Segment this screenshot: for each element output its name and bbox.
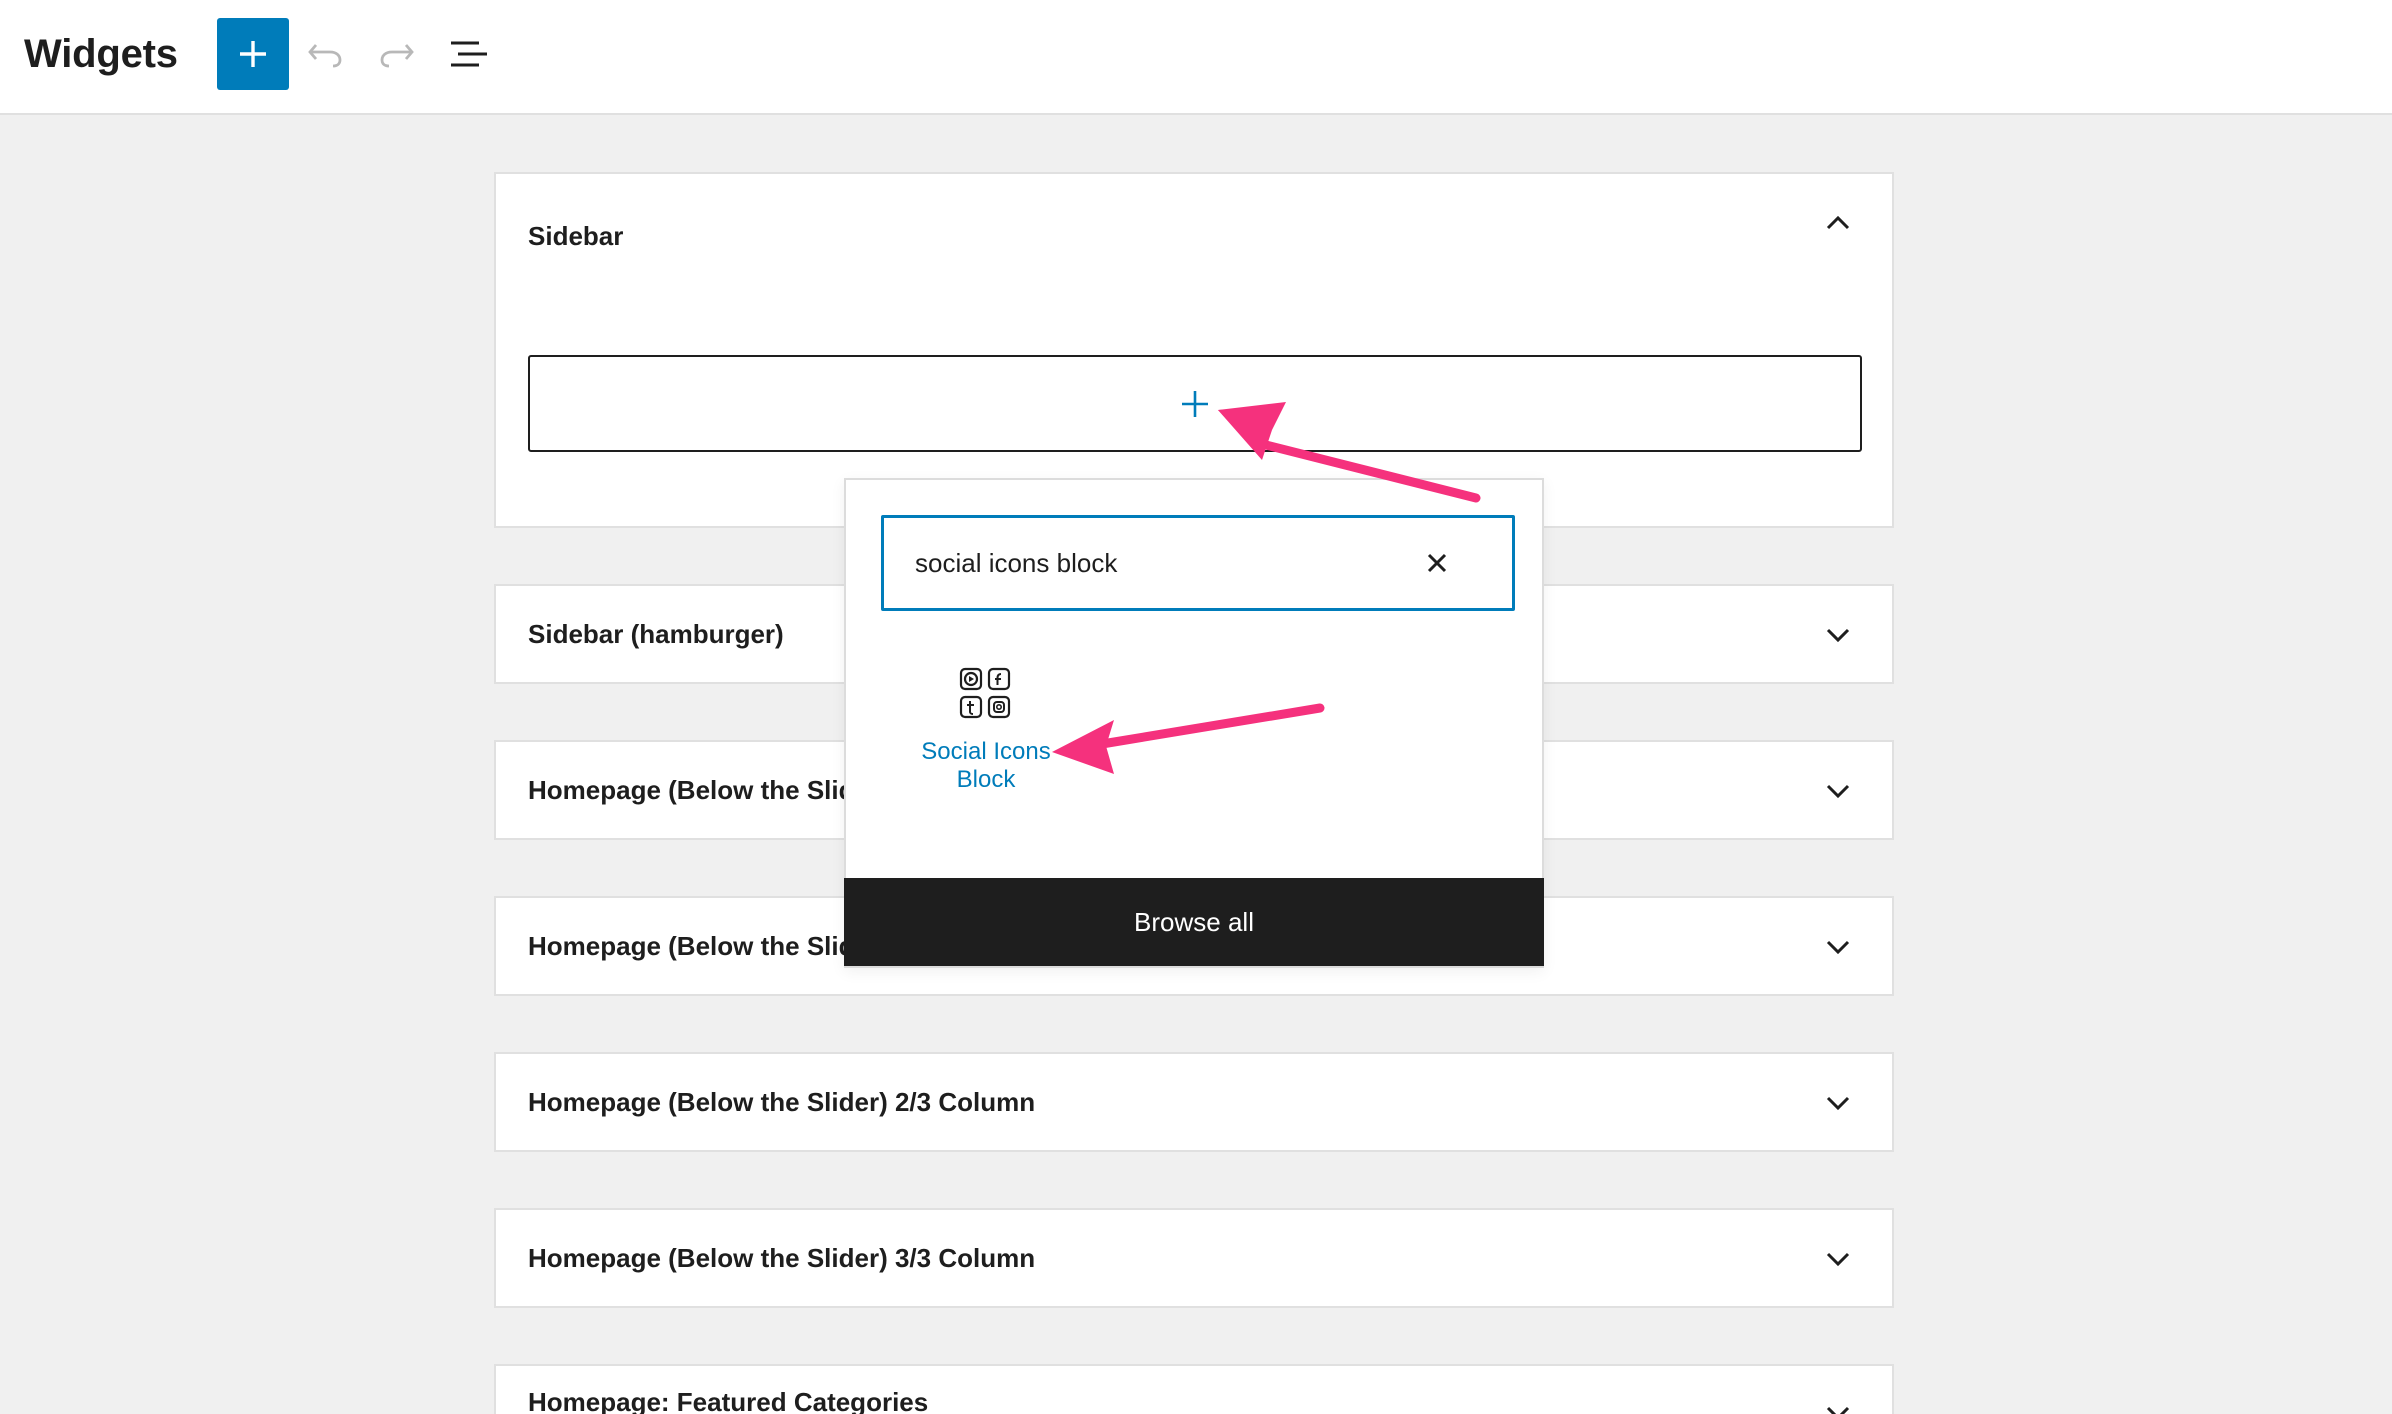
block-result-social-icons[interactable]: Social Icons Block [900, 666, 1072, 816]
chevron-down-icon[interactable] [1824, 1398, 1852, 1414]
plus-icon [1182, 390, 1208, 417]
undo-button[interactable] [289, 18, 361, 90]
undo-icon [308, 44, 342, 68]
widget-area-title[interactable]: Homepage (Below the Slider) 3/3 Column [528, 1210, 1035, 1306]
close-icon[interactable] [1422, 548, 1452, 578]
list-view-icon [451, 41, 487, 67]
chevron-down-icon[interactable] [1824, 776, 1852, 804]
redo-button[interactable] [361, 18, 433, 90]
chevron-down-icon[interactable] [1824, 1244, 1852, 1272]
block-search-input[interactable]: social icons block [881, 515, 1515, 611]
browse-all-button[interactable]: Browse all [844, 878, 1544, 966]
add-block-button[interactable] [217, 18, 289, 90]
widget-area-title[interactable]: Homepage (Below the Slider) 2/3 Column [528, 1054, 1035, 1150]
widget-area-sidebar: Sidebar [494, 172, 1894, 528]
widget-area-title[interactable]: Sidebar [528, 188, 623, 284]
widget-area-title[interactable]: Homepage (Below the Slid [528, 898, 855, 994]
chevron-up-icon[interactable] [1824, 210, 1852, 238]
widget-area-title[interactable]: Homepage: Featured Categories [528, 1366, 928, 1414]
plus-icon [240, 41, 266, 67]
search-input-value[interactable]: social icons block [915, 518, 1117, 608]
chevron-down-icon[interactable] [1824, 932, 1852, 960]
block-result-label: Social Icons Block [921, 738, 1051, 793]
widget-area-title[interactable]: Sidebar (hamburger) [528, 586, 784, 682]
redo-icon [380, 44, 414, 68]
widget-area-panel: Homepage (Below the Slider) 3/3 Column [494, 1208, 1894, 1308]
page-title: Widgets [24, 32, 178, 76]
widget-area-panel: Homepage (Below the Slider) 2/3 Column [494, 1052, 1894, 1152]
widget-area-panel: Homepage: Featured Categories [494, 1364, 1894, 1414]
widget-area-title[interactable]: Homepage (Below the Slid [528, 742, 855, 838]
chevron-down-icon[interactable] [1824, 1088, 1852, 1116]
block-appender-button[interactable] [528, 355, 1862, 452]
chevron-down-icon[interactable] [1824, 620, 1852, 648]
social-icons-block-icon [959, 667, 1011, 719]
editor-header: Widgets [0, 0, 2392, 115]
quick-inserter-popover: social icons block Social Icons Block Br… [844, 478, 1544, 968]
list-view-button[interactable] [433, 18, 505, 90]
